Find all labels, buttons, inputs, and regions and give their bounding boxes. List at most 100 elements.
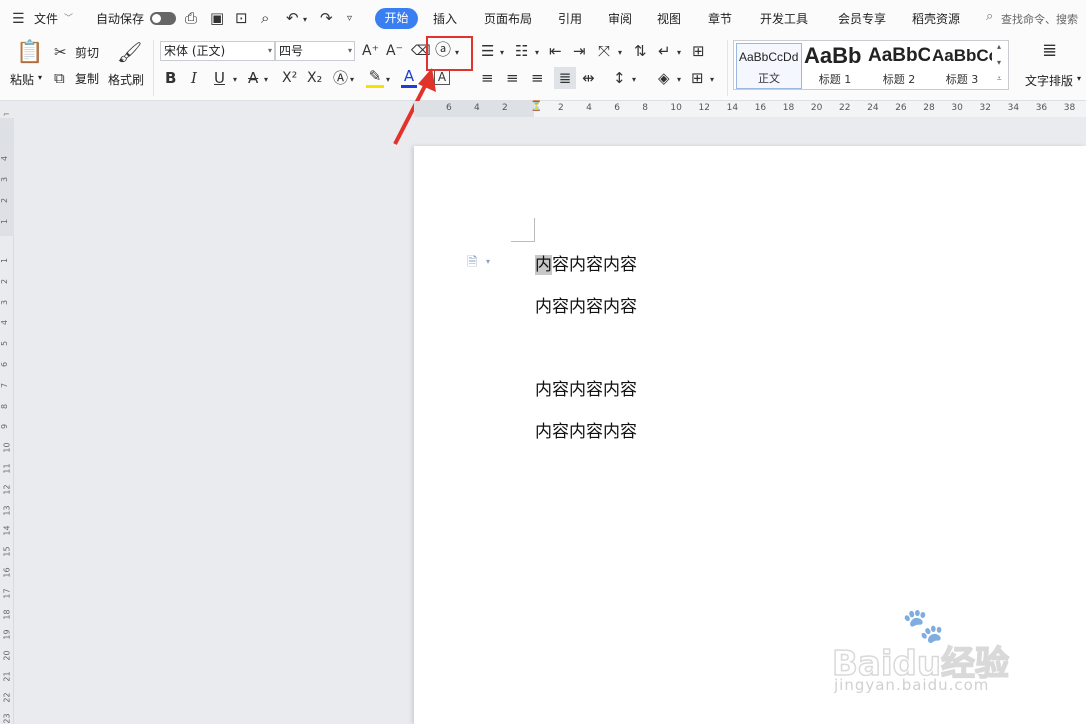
autosave-toggle[interactable] — [150, 12, 176, 25]
text-effect-icon[interactable]: Ⓐ — [333, 69, 348, 87]
ruler-number: 8 — [0, 403, 10, 409]
undo-dropdown-icon[interactable]: ▾ — [303, 11, 307, 29]
bullet-list-dropdown-icon[interactable]: ▾ — [500, 44, 504, 62]
align-left-icon[interactable]: ≡ — [481, 69, 494, 87]
underline-dropdown-icon[interactable]: ▾ — [233, 71, 237, 89]
redo-icon[interactable]: ↷ — [320, 9, 333, 27]
paragraph-line[interactable]: 内容内容内容 — [535, 250, 637, 275]
style-heading-2[interactable]: AaBbC 标题 2 — [868, 43, 930, 89]
show-hide-marks-icon[interactable]: ↵ — [658, 42, 671, 60]
paragraph-options-dropdown-icon[interactable]: ▾ — [486, 257, 490, 266]
paragraph-line[interactable]: 内容内容内容 — [535, 375, 637, 400]
numbered-list-dropdown-icon[interactable]: ▾ — [535, 44, 539, 62]
search-icon[interactable]: ⌕ — [986, 9, 993, 24]
cut-icon[interactable]: ✂ — [54, 43, 67, 61]
export-pdf-icon[interactable]: ⊡ — [235, 9, 248, 27]
tab-insert[interactable]: 插入 — [433, 10, 457, 27]
ruler-number: 28 — [923, 103, 935, 113]
text-layout-dropdown-icon[interactable]: ▾ — [1077, 74, 1081, 83]
format-painter-button[interactable]: 格式刷 — [108, 71, 144, 88]
vertical-ruler[interactable]: 4 3 2 1 1 2 3 4 5 6 7 8 9 10 11 12 13 14 15 16 17 18 19 20 21 22 2… — [0, 118, 14, 724]
borders-icon[interactable]: ⊞ — [691, 69, 704, 87]
ruler-number: 18 — [782, 103, 795, 113]
quick-access-more-icon[interactable]: ▿ — [347, 10, 352, 28]
indent-marker[interactable]: ⏳ — [530, 101, 542, 112]
copy-button[interactable]: 复制 — [75, 70, 99, 87]
shading-dropdown-icon[interactable]: ▾ — [677, 71, 681, 89]
tab-chapter[interactable]: 章节 — [708, 10, 732, 27]
strikethrough-icon[interactable]: A — [248, 69, 258, 87]
tab-home[interactable]: 开始 — [375, 8, 418, 29]
text-layout-icon[interactable]: ≣ — [1042, 42, 1057, 60]
highlight-color-icon[interactable]: ✎ — [366, 67, 384, 88]
file-menu[interactable]: 文件 — [34, 10, 58, 27]
line-spacing-icon[interactable]: ↕ — [613, 69, 626, 87]
tab-view[interactable]: 视图 — [657, 10, 681, 27]
undo-icon[interactable]: ↶ — [286, 9, 299, 27]
ruler-number: 32 — [979, 103, 991, 113]
tab-developer[interactable]: 开发工具 — [760, 10, 808, 27]
ruler-number: 16 — [2, 567, 12, 578]
subscript-icon[interactable]: X₂ — [307, 69, 322, 87]
text-effect-dropdown-icon[interactable]: ▾ — [350, 71, 354, 89]
font-size-select[interactable]: 四号 ▾ — [275, 41, 355, 61]
superscript-icon[interactable]: X² — [282, 69, 297, 87]
font-name-select[interactable]: 宋体 (正文) ▾ — [160, 41, 275, 61]
selected-text[interactable]: 内 — [535, 255, 552, 275]
paragraph-line[interactable]: 内容内容内容 — [535, 292, 637, 317]
tab-references[interactable]: 引用 — [558, 10, 582, 27]
text-layout-button[interactable]: 文字排版 — [1025, 72, 1073, 89]
paste-button[interactable]: 粘贴 — [10, 71, 34, 88]
style-scroll-down-icon[interactable]: ▾ — [997, 58, 1001, 67]
decrease-font-size-icon[interactable]: A⁻ — [386, 42, 403, 60]
italic-icon[interactable]: I — [191, 69, 197, 87]
line-spacing-dropdown-icon[interactable]: ▾ — [632, 71, 636, 89]
print-preview-icon[interactable]: ⌕ — [261, 9, 269, 27]
style-heading-1[interactable]: AaBb 标题 1 — [804, 43, 866, 89]
bullet-list-icon[interactable]: ☰ — [481, 42, 494, 60]
style-name: 正文 — [758, 72, 780, 85]
copy-icon[interactable]: ⧉ — [54, 69, 65, 87]
style-name: 标题 2 — [882, 73, 916, 86]
sort-icon[interactable]: ⇅ — [634, 42, 647, 60]
command-search[interactable]: 查找命令、搜索 — [1001, 11, 1078, 27]
shading-icon[interactable]: ◈ — [658, 69, 670, 87]
underline-icon[interactable]: U — [214, 69, 225, 87]
borders-dropdown-icon[interactable]: ▾ — [710, 71, 714, 89]
tab-membership[interactable]: 会员专享 — [838, 10, 886, 27]
ruler-number: 3 — [0, 299, 10, 305]
chinese-layout-icon[interactable]: ⤧ — [598, 42, 610, 60]
style-heading-3[interactable]: AaBbCc 标题 3 — [932, 43, 992, 89]
tab-ruler-icon[interactable]: ⊞ — [692, 42, 705, 60]
style-expand-icon[interactable]: ⩡ — [997, 74, 1002, 84]
align-right-icon[interactable]: ≡ — [531, 69, 544, 87]
justify-icon[interactable]: ≣ — [554, 67, 576, 89]
show-hide-dropdown-icon[interactable]: ▾ — [677, 44, 681, 62]
print-icon[interactable]: ⎙ — [185, 9, 197, 27]
style-normal[interactable]: AaBbCcDd 正文 — [736, 43, 802, 89]
paste-dropdown-icon[interactable]: ▾ — [38, 73, 42, 82]
style-preview: AaBbC — [868, 45, 930, 66]
paste-icon[interactable]: 📋 — [16, 40, 43, 66]
bold-icon[interactable]: B — [165, 69, 176, 87]
paragraph-options-icon[interactable]: 🗎 — [467, 253, 477, 275]
format-painter-icon[interactable]: 🖌 — [117, 40, 142, 64]
distributed-align-icon[interactable]: ⇹ — [582, 69, 595, 87]
tab-page-layout[interactable]: 页面布局 — [484, 10, 532, 27]
style-scroll-up-icon[interactable]: ▴ — [997, 42, 1001, 51]
paragraph-line[interactable]: 内容内容内容 — [535, 417, 637, 442]
strikethrough-dropdown-icon[interactable]: ▾ — [264, 71, 268, 89]
align-center-icon[interactable]: ≡ — [506, 69, 519, 87]
tab-docer-resources[interactable]: 稻壳资源 — [912, 10, 960, 27]
cut-button[interactable]: 剪切 — [75, 44, 99, 61]
numbered-list-icon[interactable]: ☷ — [515, 42, 528, 60]
hamburger-menu-icon[interactable]: ☰ — [12, 10, 25, 28]
horizontal-ruler[interactable]: 6 4 2 2 4 6 8 10 12 14 16 18 20 22 24 26 28 30 32 34 36 38 ⏳ — [414, 101, 1086, 117]
chinese-layout-dropdown-icon[interactable]: ▾ — [618, 44, 622, 62]
increase-indent-icon[interactable]: ⇥ — [573, 42, 586, 60]
increase-font-size-icon[interactable]: A⁺ — [362, 42, 379, 60]
save-icon[interactable]: ▣ — [210, 9, 224, 27]
decrease-indent-icon[interactable]: ⇤ — [549, 42, 562, 60]
tab-review[interactable]: 审阅 — [608, 10, 632, 27]
file-dropdown-icon[interactable]: ﹀ — [64, 11, 73, 24]
